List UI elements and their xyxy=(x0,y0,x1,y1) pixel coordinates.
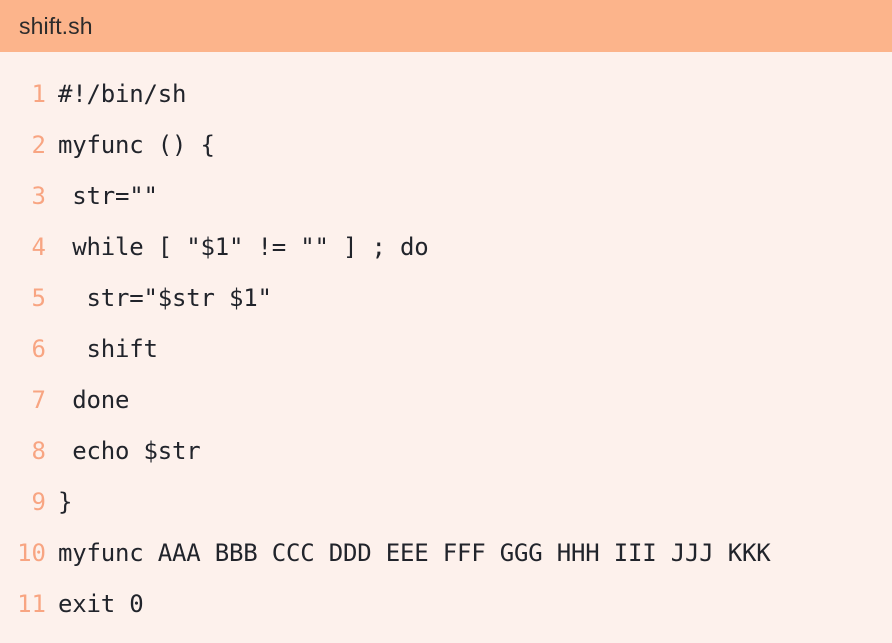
line-number: 8 xyxy=(31,437,46,465)
code-table: 1 #!/bin/sh 2 myfunc () {3 str="" 4 while [ … xyxy=(0,69,892,630)
code-line-row: 3 str="" xyxy=(0,171,892,222)
code-line-text[interactable]: while [ "$1" != "" ] ; do xyxy=(58,222,892,273)
code-line-text[interactable]: echo $str xyxy=(58,426,892,477)
code-area[interactable]: 1 #!/bin/sh 2 myfunc () {3 str="" 4 while [ … xyxy=(0,52,892,643)
line-number: 9 xyxy=(31,488,46,516)
code-line-text[interactable]: myfunc () { xyxy=(58,120,892,171)
code-line-row: 2 myfunc () { xyxy=(0,120,892,171)
code-line-row: 11 exit 0 xyxy=(0,579,892,630)
code-line-text[interactable]: myfunc AAA BBB CCC DDD EEE FFF GGG HHH I… xyxy=(58,528,892,579)
line-number: 11 xyxy=(17,590,46,618)
titlebar: shift.sh xyxy=(0,0,892,52)
code-line-row: 4 while [ "$1" != "" ] ; do xyxy=(0,222,892,273)
code-line-text[interactable]: } xyxy=(58,477,892,528)
line-number: 2 xyxy=(31,131,46,159)
code-line-text[interactable]: done xyxy=(58,375,892,426)
line-number: 4 xyxy=(31,233,46,261)
code-viewer: shift.sh 1 #!/bin/sh 2 myfunc () {3 str="" 4… xyxy=(0,0,892,643)
code-line-text[interactable]: str="$str $1" xyxy=(58,273,892,324)
code-line-text[interactable]: #!/bin/sh xyxy=(58,69,892,120)
code-line-row: 1 #!/bin/sh xyxy=(0,69,892,120)
code-line-row: 10 myfunc AAA BBB CCC DDD EEE FFF GGG HHH… xyxy=(0,528,892,579)
line-number: 1 xyxy=(31,80,46,108)
filename-label: shift.sh xyxy=(19,12,93,39)
code-line-row: 5 str="$str $1" xyxy=(0,273,892,324)
code-line-text[interactable]: str="" xyxy=(58,171,892,222)
line-number: 7 xyxy=(31,386,46,414)
code-line-text[interactable]: exit 0 xyxy=(58,579,892,630)
code-line-row: 8 echo $str xyxy=(0,426,892,477)
code-line-row: 9} xyxy=(0,477,892,528)
code-line-text[interactable]: shift xyxy=(58,324,892,375)
line-number: 3 xyxy=(31,182,46,210)
line-number: 6 xyxy=(31,335,46,363)
code-line-row: 6 shift xyxy=(0,324,892,375)
line-number: 5 xyxy=(31,284,46,312)
line-number: 10 xyxy=(17,539,46,567)
code-lines: 1 #!/bin/sh 2 myfunc () {3 str="" 4 while [ … xyxy=(0,69,892,630)
code-line-row: 7 done xyxy=(0,375,892,426)
